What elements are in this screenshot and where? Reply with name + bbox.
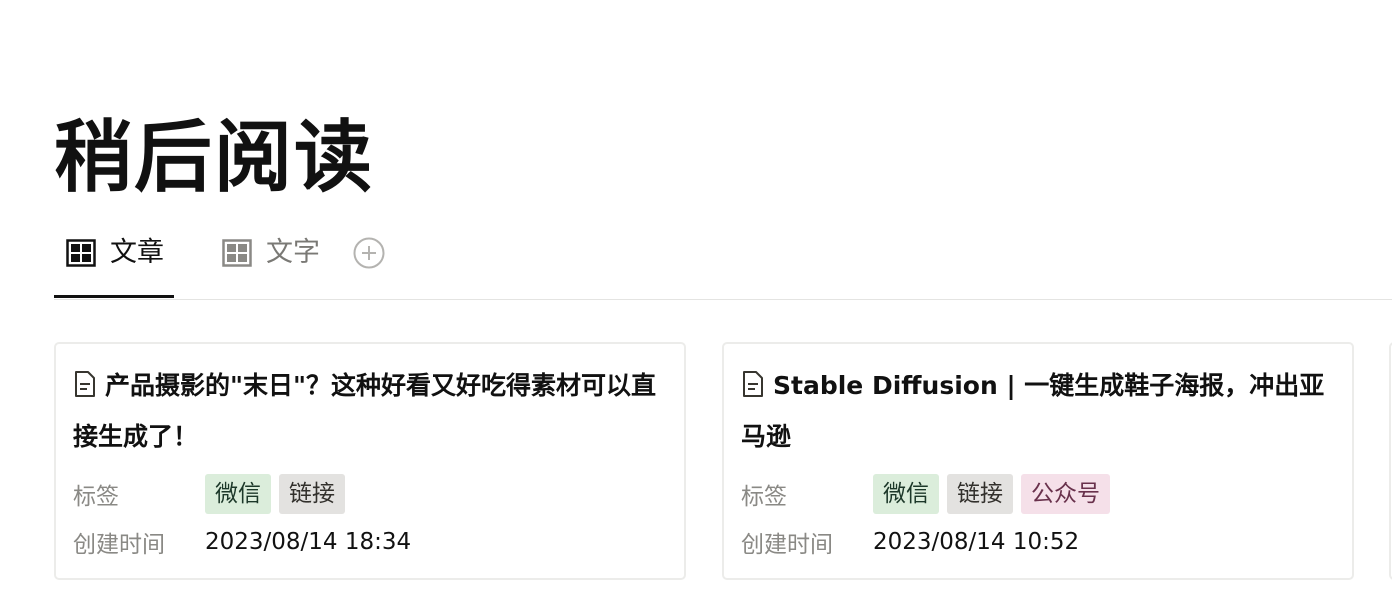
card-title-text: 产品摄影的"末日"？这种好看又好吃得素材可以直接生成了！ (73, 371, 657, 451)
table-grid-icon (66, 239, 96, 267)
property-tags: 标签 微信 链接 公众号 (741, 474, 1110, 514)
tag-list: 微信 链接 公众号 (873, 474, 1110, 514)
document-icon (75, 371, 95, 397)
active-tab-indicator (54, 295, 174, 298)
document-icon (743, 371, 763, 397)
property-tags: 标签 微信 链接 (73, 474, 345, 514)
tag-chip: 链接 (947, 474, 1013, 514)
property-created-time: 创建时间 2023/08/14 18:34 (73, 522, 411, 562)
gallery-card[interactable]: 产品摄影的"末日"？这种好看又好吃得素材可以直接生成了！ 标签 微信 链接 创建… (54, 342, 686, 580)
gallery-card[interactable]: Stable Diffusion | 一键生成鞋子海报，冲出亚马逊 标签 微信 … (722, 342, 1354, 580)
view-tabs: 文章 文字 (54, 228, 1392, 300)
property-label: 创建时间 (73, 532, 165, 558)
tab-label: 文字 (266, 237, 320, 268)
tag-chip: 微信 (205, 474, 271, 514)
tab-text[interactable]: 文字 (210, 228, 330, 278)
page-title: 稍后阅读 (54, 113, 375, 204)
card-title: 产品摄影的"末日"？这种好看又好吃得素材可以直接生成了！ (73, 360, 663, 462)
card-title: Stable Diffusion | 一键生成鞋子海报，冲出亚马逊 (741, 360, 1331, 462)
page: 稍后阅读 文章 文字 产品摄影的"末日"？这种好看又好吃得素材可以直接生成了！ … (0, 0, 1392, 606)
created-time-value: 2023/08/14 10:52 (873, 529, 1080, 555)
property-created-time: 创建时间 2023/08/14 10:52 (741, 522, 1079, 562)
property-label: 标签 (741, 484, 787, 510)
tag-chip: 链接 (279, 474, 345, 514)
tag-list: 微信 链接 (205, 474, 345, 514)
tabs-divider (54, 299, 1392, 300)
tab-label: 文章 (110, 237, 164, 268)
created-time-value: 2023/08/14 18:34 (205, 529, 412, 555)
tab-articles[interactable]: 文章 (54, 228, 174, 278)
tag-chip: 公众号 (1021, 474, 1110, 514)
tag-chip: 微信 (873, 474, 939, 514)
card-title-text: Stable Diffusion | 一键生成鞋子海报，冲出亚马逊 (741, 371, 1325, 451)
property-label: 标签 (73, 484, 119, 510)
property-label: 创建时间 (741, 532, 833, 558)
table-grid-icon (222, 239, 252, 267)
plus-circle-icon[interactable] (353, 237, 385, 269)
